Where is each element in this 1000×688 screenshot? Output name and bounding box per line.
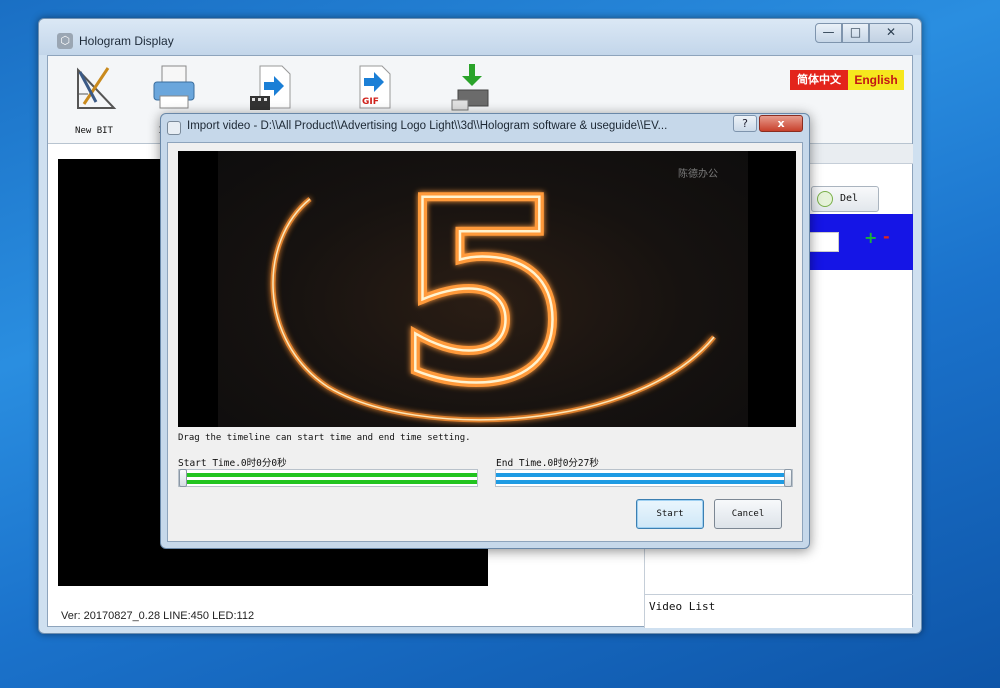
dialog-client: 5 5 陈德办公 Drag the timeline can start tim… [167, 142, 803, 542]
divider [645, 594, 913, 595]
compass-ruler-icon [77, 67, 117, 109]
gif-import-icon: GIF [359, 65, 391, 109]
dialog-title: Import video - D:\\All Product\\Advertis… [187, 120, 668, 132]
repeat-count-field[interactable] [809, 232, 839, 252]
start-time-label: Start Time.0时0分0秒 [178, 458, 287, 469]
window-title: Hologram Display [79, 34, 174, 48]
cancel-button[interactable]: Cancel [714, 499, 782, 529]
new-bit-button[interactable]: New BIT [62, 64, 126, 140]
status-text: Ver: 20170827_0.28 LINE:450 LED:112 [61, 610, 255, 622]
video-watermark: 陈德办公 [678, 169, 718, 180]
status-bar: Ver: 20170827_0.28 LINE:450 LED:112 [47, 605, 913, 629]
start-track-fill-lower [179, 480, 477, 484]
dialog-icon [167, 121, 181, 135]
video-import-icon [250, 65, 291, 110]
minimize-button[interactable]: — [815, 23, 842, 43]
video-frame-image: 5 5 陈德办公 [218, 151, 748, 427]
dialog-close-button[interactable]: x [759, 115, 803, 132]
download-device-icon [451, 64, 489, 111]
end-track-fill-lower [496, 480, 792, 484]
new-bit-label: New BIT [75, 126, 113, 136]
maximize-button[interactable]: □ [842, 23, 869, 43]
del-button[interactable]: Del [811, 186, 879, 212]
start-track-fill [179, 473, 477, 477]
plus-button[interactable]: + [864, 228, 877, 247]
language-english-button[interactable]: English [848, 70, 904, 90]
import-video-dialog: Import video - D:\\All Product\\Advertis… [160, 113, 810, 549]
end-time-slider[interactable] [495, 469, 793, 487]
fire-number-graphic: 5 5 [270, 151, 716, 427]
end-track-fill [496, 473, 792, 477]
frame-digit-core: 5 [396, 151, 570, 427]
start-button[interactable]: Start [636, 499, 704, 529]
language-chinese-button[interactable]: 简体中文 [790, 70, 848, 90]
svg-text:GIF: GIF [362, 97, 379, 107]
del-label: Del [840, 193, 859, 204]
help-button[interactable]: ? [733, 115, 757, 132]
minus-button[interactable]: - [883, 227, 890, 246]
start-time-slider[interactable] [178, 469, 478, 487]
end-slider-thumb[interactable] [784, 469, 792, 487]
printer-icon [153, 65, 195, 109]
title-bar[interactable]: ⬡ Hologram Display — □ ✕ [39, 19, 921, 55]
app-icon: ⬡ [57, 33, 73, 49]
start-slider-thumb[interactable] [179, 469, 187, 487]
end-time-label: End Time.0时0分27秒 [496, 458, 599, 469]
close-button[interactable]: ✕ [869, 23, 913, 43]
timeline-hint: Drag the timeline can start time and end… [178, 433, 471, 443]
recycle-icon [817, 191, 833, 207]
video-preview: 5 5 陈德办公 [178, 151, 796, 427]
